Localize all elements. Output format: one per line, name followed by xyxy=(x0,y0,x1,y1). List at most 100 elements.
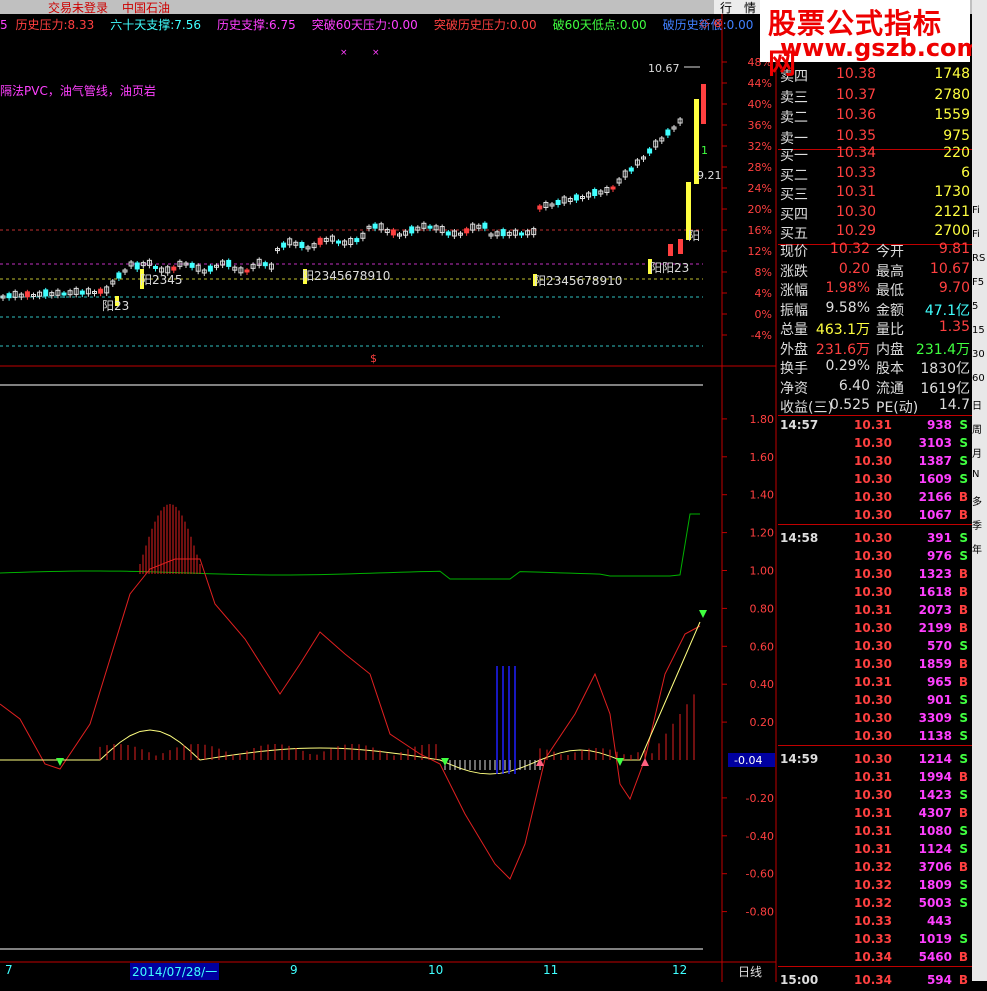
side-button[interactable]: F5 xyxy=(972,277,987,295)
period-button[interactable]: 日线 xyxy=(738,963,762,980)
candle-body xyxy=(43,289,49,297)
side-button[interactable]: Fi xyxy=(972,205,987,223)
tick-volume: 1080 xyxy=(918,824,952,838)
tick-volume: 1859 xyxy=(918,657,952,671)
pct-axis-label: 28% xyxy=(748,161,772,174)
tick-side: S xyxy=(959,842,968,856)
stat-row: 涨幅 1.98% 最低 9.70 xyxy=(778,280,972,299)
stat-value: 9.81 xyxy=(938,241,970,257)
bid-row[interactable]: 买三 10.31 1730 xyxy=(778,184,972,203)
candle-body xyxy=(647,148,653,154)
stat-label: 换手 xyxy=(780,361,808,377)
tick-side: S xyxy=(959,639,968,653)
side-button[interactable]: 30 xyxy=(972,349,987,367)
bid-label: 买二 xyxy=(780,167,808,184)
tick-volume: 1618 xyxy=(918,585,952,599)
flag-label: 1 xyxy=(701,144,708,157)
tick-volume: 1994 xyxy=(918,770,952,784)
selected-date[interactable]: 2014/07/28/一 xyxy=(130,963,220,980)
stat-label: 振幅 xyxy=(780,302,808,319)
tick-volume: 901 xyxy=(926,693,952,707)
tick-row: 10.30 1323 B xyxy=(778,567,972,585)
tick-volume: 1387 xyxy=(918,454,952,468)
chart-area[interactable]: 48%44%40%36%32%28%24%20%16%12%8%4%0%-4%1… xyxy=(0,14,778,982)
ask-label: 卖三 xyxy=(780,89,808,106)
side-button[interactable]: 多 xyxy=(972,493,987,511)
tick-side: S xyxy=(959,436,968,450)
quote-panel: 卖四 10.38 1748 卖三 10.37 2780 卖二 10.36 1559 卖一 10.35… xyxy=(778,0,972,987)
bid-row[interactable]: 买四 10.30 2121 xyxy=(778,204,972,223)
osc-axis-label: -0.20 xyxy=(746,792,774,805)
tick-price: 10.30 xyxy=(854,472,892,486)
candle-body xyxy=(336,240,341,244)
stat-value: 14.7 xyxy=(938,397,970,413)
ask-row[interactable]: 卖一 10.35 975 xyxy=(778,128,972,147)
tick-price: 10.30 xyxy=(854,436,892,450)
tick-price: 10.30 xyxy=(854,729,892,743)
ask-row[interactable]: 卖二 10.36 1559 xyxy=(778,107,972,126)
watermark-logo: 股票公式指标网 www.gszb.com xyxy=(760,0,982,80)
side-button[interactable]: 年 xyxy=(972,541,987,559)
tick-volume: 594 xyxy=(926,973,952,987)
side-button[interactable]: 60 xyxy=(972,373,987,391)
osc-current-value: -0.04 xyxy=(734,754,762,767)
tick-side: S xyxy=(959,711,968,725)
tick-volume: 3103 xyxy=(918,436,952,450)
osc-axis-label: -0.80 xyxy=(746,906,774,919)
side-button[interactable]: 月 xyxy=(972,445,987,463)
stat-label: 今开 xyxy=(876,244,904,260)
osc-axis-label: -0.40 xyxy=(746,830,774,843)
tick-time: 15:00 xyxy=(780,973,819,987)
tick-row: 10.31 965 B xyxy=(778,675,972,693)
tick-side: S xyxy=(959,693,968,707)
tick-volume: 5003 xyxy=(918,896,952,910)
stat-value: 463.1万 xyxy=(815,322,870,338)
side-button[interactable]: 日 xyxy=(972,397,987,415)
bid-label: 买五 xyxy=(780,226,808,242)
pattern-annotation: 阳23 xyxy=(102,299,129,313)
tick-volume: 3706 xyxy=(918,860,952,874)
pattern-annotation: 阳2345 xyxy=(140,273,183,287)
candle-body xyxy=(445,231,451,236)
osc-green-line xyxy=(0,513,700,580)
side-button[interactable]: 季 xyxy=(972,517,987,535)
ask-row[interactable]: 卖三 10.37 2780 xyxy=(778,87,972,106)
bid-row[interactable]: 买五 10.29 2700 xyxy=(778,223,972,242)
candle-body xyxy=(372,223,378,229)
bid-price: 10.34 xyxy=(836,145,877,161)
tick-price: 10.31 xyxy=(854,770,892,784)
pct-axis-label: 12% xyxy=(748,245,772,258)
tick-volume: 391 xyxy=(926,531,952,545)
stat-value: 231.4万 xyxy=(915,341,970,358)
tick-price: 10.34 xyxy=(854,973,892,987)
ask-volume: 1559 xyxy=(934,107,970,123)
side-button[interactable]: 5 xyxy=(972,301,987,319)
date-tick-label: 7 xyxy=(5,963,13,977)
tick-side: B xyxy=(958,585,968,599)
side-button[interactable]: Fi xyxy=(972,229,987,247)
bid-row[interactable]: 买二 10.33 6 xyxy=(778,165,972,184)
side-button[interactable]: 周 xyxy=(972,421,987,439)
tick-row: 10.31 1994 B xyxy=(778,770,972,788)
side-button[interactable]: RS xyxy=(972,253,987,271)
osc-axis-label: 1.00 xyxy=(750,565,775,578)
candle-body xyxy=(98,288,104,294)
stat-value: 231.6万 xyxy=(815,341,870,358)
stat-value: 0.525 xyxy=(829,397,870,413)
tick-side: B xyxy=(958,603,968,617)
ask-volume: 975 xyxy=(943,127,970,144)
stat-value: 9.58% xyxy=(825,299,870,316)
candle-body xyxy=(171,266,177,271)
osc-axis-label: 1.40 xyxy=(750,489,775,502)
stat-label: 量比 xyxy=(876,322,904,338)
tick-price: 10.34 xyxy=(854,950,892,964)
tick-volume: 1423 xyxy=(918,788,952,802)
tick-side: S xyxy=(959,531,968,545)
stat-row: 现价 10.32 今开 9.81 xyxy=(778,241,972,260)
side-button[interactable]: 15 xyxy=(972,325,987,343)
tick-row: 14:59 10.30 1214 S xyxy=(778,752,972,770)
stat-row: 总量 463.1万 量比 1.35 xyxy=(778,319,972,338)
side-button[interactable]: N xyxy=(972,469,987,487)
tick-price: 10.30 xyxy=(854,657,892,671)
bid-row[interactable]: 买一 10.34 220 xyxy=(778,145,972,164)
